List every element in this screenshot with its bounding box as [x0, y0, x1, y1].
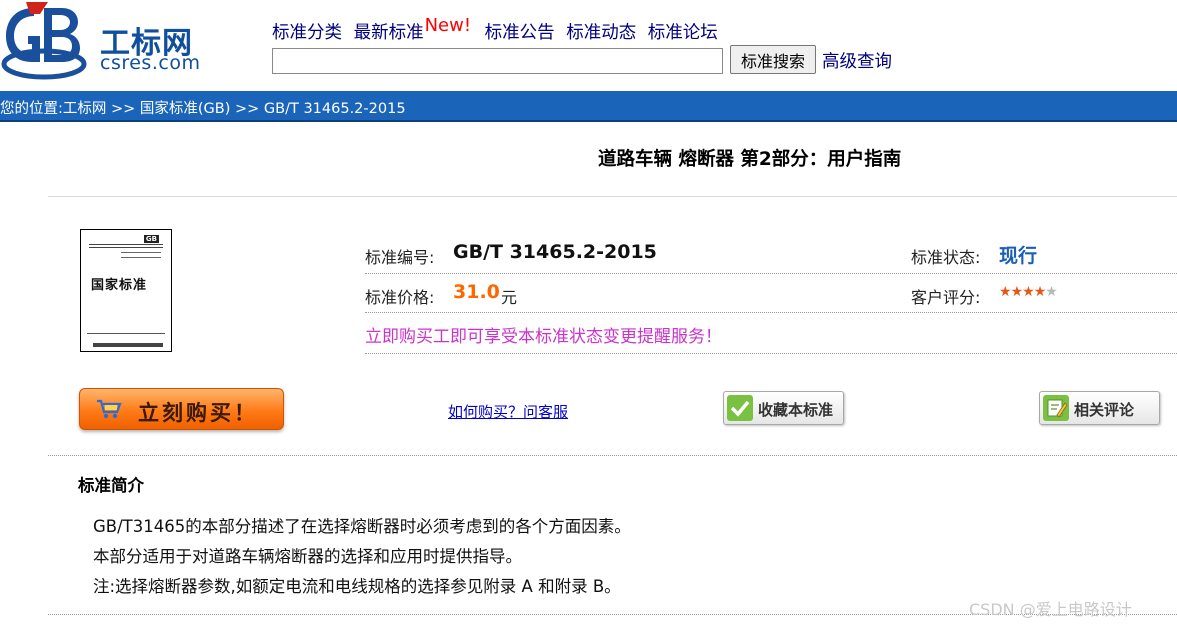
- intro-paragraph: 注:选择熔断器参数,如额定电流和电线规格的选择参见附录 A 和附录 B。: [93, 577, 621, 596]
- status-label: 标准状态:: [911, 248, 981, 267]
- section-divider: [48, 455, 1177, 456]
- comments-label: 相关评论: [1074, 401, 1135, 419]
- watermark: CSDN @爱上电路设计: [969, 600, 1132, 619]
- edit-note-icon: [1043, 395, 1069, 421]
- cover-gb-badge: GB: [143, 235, 159, 243]
- cover-title: 国家标准: [91, 278, 148, 293]
- standard-code: GB/T 31465.2-2015: [453, 241, 657, 263]
- checkmark-icon: [727, 395, 753, 421]
- nav-item-category[interactable]: 标准分类: [272, 23, 342, 43]
- related-comments-button[interactable]: 相关评论: [1039, 391, 1160, 425]
- half-star-icon: ★: [1045, 284, 1058, 300]
- rating-label: 客户评分:: [911, 288, 981, 307]
- nav-item-announcement[interactable]: 标准公告: [485, 23, 555, 43]
- status-value: 现行: [999, 245, 1038, 267]
- info-row-promo: 立即购买工即可享受本标准状态变更提醒服务！: [365, 313, 1177, 354]
- nav-item-forum[interactable]: 标准论坛: [648, 23, 718, 43]
- star-icon: ★: [1010, 284, 1024, 300]
- star-icon: ★: [1033, 284, 1047, 300]
- breadcrumb[interactable]: 您的位置:工标网 >> 国家标准(GB) >> GB/T 31465.2-201…: [0, 97, 406, 118]
- advanced-search-link[interactable]: 高级查询: [822, 48, 892, 73]
- rating-stars: ★★★★★: [999, 284, 1058, 300]
- nav-item-latest[interactable]: 最新标准: [354, 23, 424, 43]
- promo-text: 立即购买工即可享受本标准状态变更提醒服务！: [365, 327, 722, 347]
- title-divider: [48, 196, 1177, 197]
- price-unit: 元: [501, 288, 518, 307]
- top-nav: 标准分类 最新标准New! 标准公告 标准动态 标准论坛: [272, 15, 724, 44]
- logo-name-en: csres.com: [100, 52, 201, 74]
- price-label: 标准价格:: [365, 288, 435, 307]
- intro-heading: 标准简介: [78, 476, 144, 495]
- gb-logo-icon: [1, 2, 87, 80]
- cover-footer: [93, 343, 163, 347]
- info-row-code: 标准编号: GB/T 31465.2-2015 标准状态: 现行: [365, 239, 1177, 274]
- intro-paragraph: GB/T31465的本部分描述了在选择熔断器时必须考虑到的各个方面因素。: [93, 517, 631, 536]
- cover-rule: [121, 252, 161, 253]
- page-title: 道路车辆 熔断器 第2部分：用户指南: [598, 149, 902, 170]
- favorite-label: 收藏本标准: [758, 401, 834, 419]
- search-button[interactable]: 标准搜索: [730, 45, 816, 74]
- search-input[interactable]: [272, 48, 723, 74]
- cover-rule: [87, 333, 165, 334]
- how-to-buy-link[interactable]: 如何购买？问客服: [448, 401, 568, 422]
- star-icon: ★: [1022, 284, 1035, 300]
- nav-item-news[interactable]: 标准动态: [566, 23, 636, 43]
- info-row-price: 标准价格: 31.0 元 客户评分: ★★★★★: [365, 274, 1177, 313]
- intro-paragraph: 本部分适用于对道路车辆熔断器的选择和应用时提供指导。: [93, 547, 522, 566]
- cart-icon: [96, 398, 122, 420]
- cover-rule: [121, 257, 161, 258]
- code-label: 标准编号:: [365, 248, 435, 267]
- cover-header-rule: [89, 244, 163, 248]
- star-icon: ★: [999, 284, 1012, 300]
- favorite-standard-button[interactable]: 收藏本标准: [723, 391, 844, 425]
- breadcrumb-bar: 您的位置:工标网 >> 国家标准(GB) >> GB/T 31465.2-201…: [0, 91, 1177, 122]
- price-value: 31.0: [453, 281, 500, 303]
- site-logo[interactable]: 工标网 csres.com: [0, 0, 215, 88]
- buy-now-label: 立刻购买！: [138, 401, 258, 425]
- buy-now-button[interactable]: 立刻购买！: [79, 388, 284, 430]
- standard-cover-thumbnail[interactable]: GB 国家标准: [80, 229, 172, 352]
- new-badge: New!: [424, 15, 472, 36]
